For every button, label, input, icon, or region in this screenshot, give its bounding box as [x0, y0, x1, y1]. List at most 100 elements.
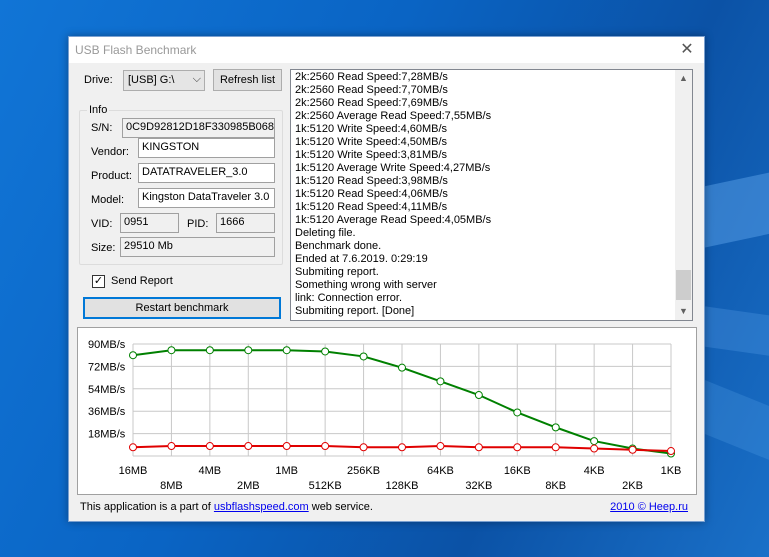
scroll-up-icon[interactable]: ▲	[675, 70, 692, 87]
log-line: 1k:5120 Read Speed:3,98MB/s	[295, 175, 448, 187]
x-tick-label: 128KB	[385, 480, 418, 492]
data-point	[129, 443, 137, 452]
scroll-down-icon[interactable]: ▼	[675, 303, 692, 320]
footer-prefix: This application is a part of	[80, 501, 214, 513]
data-point	[474, 443, 483, 452]
log-line: Something wrong with server	[295, 279, 437, 291]
vid-label: VID:	[91, 218, 113, 230]
vendor-label: Vendor:	[91, 146, 129, 158]
refresh-list-button[interactable]: Refresh list	[213, 69, 282, 91]
pid-field[interactable]: 1666	[216, 213, 275, 233]
footer-text: This application is a part of usbflashsp…	[80, 501, 373, 513]
data-point	[551, 423, 560, 432]
y-tick-label: 18MB/s	[88, 429, 126, 441]
x-tick-label: 4MB	[199, 465, 222, 477]
x-tick-label: 1KB	[661, 465, 682, 477]
data-point	[129, 351, 137, 360]
data-point	[513, 408, 522, 417]
log-lines: 2k:2560 Read Speed:7,28MB/s 2k:2560 Read …	[295, 71, 675, 318]
usbflashspeed-link[interactable]: usbflashspeed.com	[214, 501, 309, 513]
data-point	[282, 442, 291, 451]
log-line: 1k:5120 Write Speed:4,60MB/s	[295, 123, 448, 135]
log-line: Deleting file.	[295, 227, 356, 239]
data-point	[244, 346, 253, 355]
chevron-down-icon: ⌵	[192, 73, 201, 85]
data-point	[436, 377, 445, 386]
x-tick-label: 8KB	[545, 480, 566, 492]
data-point	[205, 442, 214, 451]
data-point	[167, 442, 176, 451]
x-tick-label: 16KB	[504, 465, 531, 477]
x-tick-label: 64KB	[427, 465, 454, 477]
size-label: Size:	[91, 242, 116, 254]
log-line: Ended at 7.6.2019. 0:29:19	[295, 253, 428, 265]
vid-field[interactable]: 0951	[120, 213, 179, 233]
drive-select[interactable]: [USB] G:\ ⌵	[123, 70, 205, 91]
log-box[interactable]: 2k:2560 Read Speed:7,28MB/s 2k:2560 Read …	[290, 69, 693, 321]
log-line: link: Connection error.	[295, 292, 402, 304]
x-tick-label: 8MB	[160, 480, 183, 492]
drive-label: Drive:	[84, 74, 113, 86]
close-icon[interactable]: ✕	[670, 37, 704, 63]
data-point	[398, 443, 406, 452]
model-label: Model:	[91, 194, 125, 206]
log-line: 1k:5120 Write Speed:4,50MB/s	[295, 136, 448, 148]
benchmark-window: USB Flash Benchmark ✕ Drive: [USB] G:\ ⌵…	[68, 36, 705, 522]
x-tick-label: 1MB	[275, 465, 298, 477]
speed-chart: 90MB/s 72MB/s 54MB/s 36MB/s 18MB/s 16MB 8MB 4MB…	[77, 327, 697, 495]
data-point	[513, 443, 522, 452]
product-label: Product:	[91, 170, 132, 182]
log-line: Benchmark done.	[295, 240, 382, 252]
size-field[interactable]: 29510 Mb	[120, 237, 275, 257]
data-point	[359, 352, 368, 361]
data-point	[590, 437, 599, 446]
data-point	[244, 442, 253, 451]
title-bar[interactable]: USB Flash Benchmark ✕	[69, 37, 704, 63]
x-tick-label: 512KB	[309, 480, 342, 492]
log-line: Submiting report.	[295, 266, 379, 278]
product-field[interactable]: DATATRAVELER_3.0	[138, 163, 275, 183]
copyright: 2010 © Heep.ru	[610, 501, 688, 513]
y-tick-label: 54MB/s	[88, 384, 126, 396]
data-point	[321, 347, 330, 356]
footer-suffix: web service.	[308, 501, 373, 513]
drive-select-value: [USB] G:\	[128, 74, 175, 86]
send-report-label: Send Report	[111, 275, 173, 287]
log-line: 1k:5120 Average Write Speed:4,27MB/s	[295, 162, 491, 174]
log-line: 1k:5120 Write Speed:3,81MB/s	[295, 149, 448, 161]
y-tick-label: 90MB/s	[88, 339, 126, 351]
y-tick-label: 72MB/s	[88, 361, 126, 373]
log-line: 2k:2560 Read Speed:7,70MB/s	[295, 84, 448, 96]
heep-link[interactable]: 2010 © Heep.ru	[610, 501, 688, 513]
data-point	[436, 442, 445, 451]
data-point	[321, 442, 330, 451]
send-report-checkbox[interactable]: ✓	[92, 275, 105, 288]
x-tick-label: 16MB	[119, 465, 148, 477]
log-line: 2k:2560 Average Read Speed:7,55MB/s	[295, 110, 492, 122]
x-tick-label: 4KB	[584, 465, 605, 477]
y-tick-label: 36MB/s	[88, 406, 126, 418]
model-field[interactable]: Kingston DataTraveler 3.0	[138, 188, 275, 208]
data-point	[628, 445, 637, 454]
log-scrollbar[interactable]: ▲ ▼	[675, 70, 692, 320]
x-tick-label: 2KB	[622, 480, 643, 492]
pid-label: PID:	[187, 218, 209, 230]
sn-field[interactable]: 0C9D92812D18F330985B0684	[122, 118, 275, 138]
window-title: USB Flash Benchmark	[75, 43, 197, 57]
scroll-thumb[interactable]	[676, 270, 691, 300]
log-line: 1k:5120 Read Speed:4,06MB/s	[295, 188, 448, 200]
log-line: 1k:5120 Average Read Speed:4,05MB/s	[295, 214, 492, 226]
x-tick-label: 256KB	[347, 465, 380, 477]
data-point	[590, 444, 599, 453]
vendor-field[interactable]: KINGSTON	[138, 138, 275, 158]
data-point	[205, 346, 214, 355]
log-line: 1k:5120 Read Speed:4,11MB/s	[295, 201, 448, 213]
data-point	[359, 443, 368, 452]
data-point	[167, 346, 176, 355]
restart-benchmark-button[interactable]: Restart benchmark	[83, 297, 281, 319]
info-group-label: Info	[87, 104, 110, 116]
log-line: 2k:2560 Read Speed:7,28MB/s	[295, 71, 448, 83]
data-point	[474, 391, 483, 400]
log-line: Submiting report. [Done]	[295, 305, 415, 317]
x-tick-label: 2MB	[237, 480, 260, 492]
